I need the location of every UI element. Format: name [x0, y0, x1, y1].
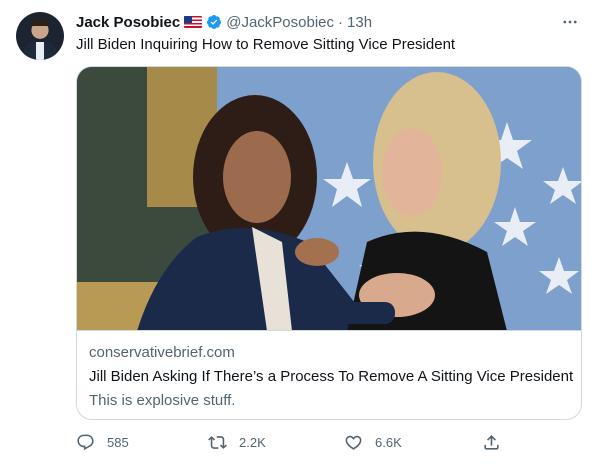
- retweet-icon: [208, 435, 227, 449]
- tweet[interactable]: Jack Posobiec @JackPosobiec · 13h Jill B…: [0, 0, 598, 464]
- tweet-text: Jill Biden Inquiring How to Remove Sitti…: [76, 36, 456, 53]
- link-card[interactable]: conservativebrief.com Jill Biden Asking …: [76, 66, 582, 420]
- author-name[interactable]: Jack Posobiec: [76, 14, 180, 31]
- reply-count: 585: [107, 434, 129, 450]
- share-button[interactable]: [482, 430, 513, 454]
- like-count: 6.6K: [375, 434, 402, 450]
- retweet-count: 2.2K: [239, 434, 266, 450]
- avatar[interactable]: [16, 12, 64, 60]
- card-description: This is explosive stuff.: [89, 392, 236, 409]
- tweet-header: Jack Posobiec @JackPosobiec · 13h: [76, 12, 372, 32]
- card-image[interactable]: [77, 67, 581, 331]
- card-body: conservativebrief.com Jill Biden Asking …: [89, 343, 574, 411]
- tweet-timestamp[interactable]: 13h: [347, 14, 372, 31]
- retweet-button[interactable]: 2.2K: [208, 430, 266, 454]
- heart-icon: [345, 435, 362, 450]
- card-domain: conservativebrief.com: [89, 344, 235, 361]
- card-title: Jill Biden Asking If There’s a Process T…: [89, 368, 574, 385]
- separator-dot: ·: [338, 13, 344, 31]
- more-icon[interactable]: [560, 12, 580, 32]
- action-bar: 585 2.2K 6.6K: [76, 430, 506, 454]
- author-handle[interactable]: @JackPosobiec: [226, 14, 334, 31]
- share-icon: [484, 434, 499, 450]
- verified-badge-icon: [207, 15, 222, 29]
- reply-icon: [77, 434, 94, 450]
- like-button[interactable]: 6.6K: [344, 430, 402, 454]
- reply-button[interactable]: 585: [76, 430, 129, 454]
- us-flag-icon: [184, 16, 203, 28]
